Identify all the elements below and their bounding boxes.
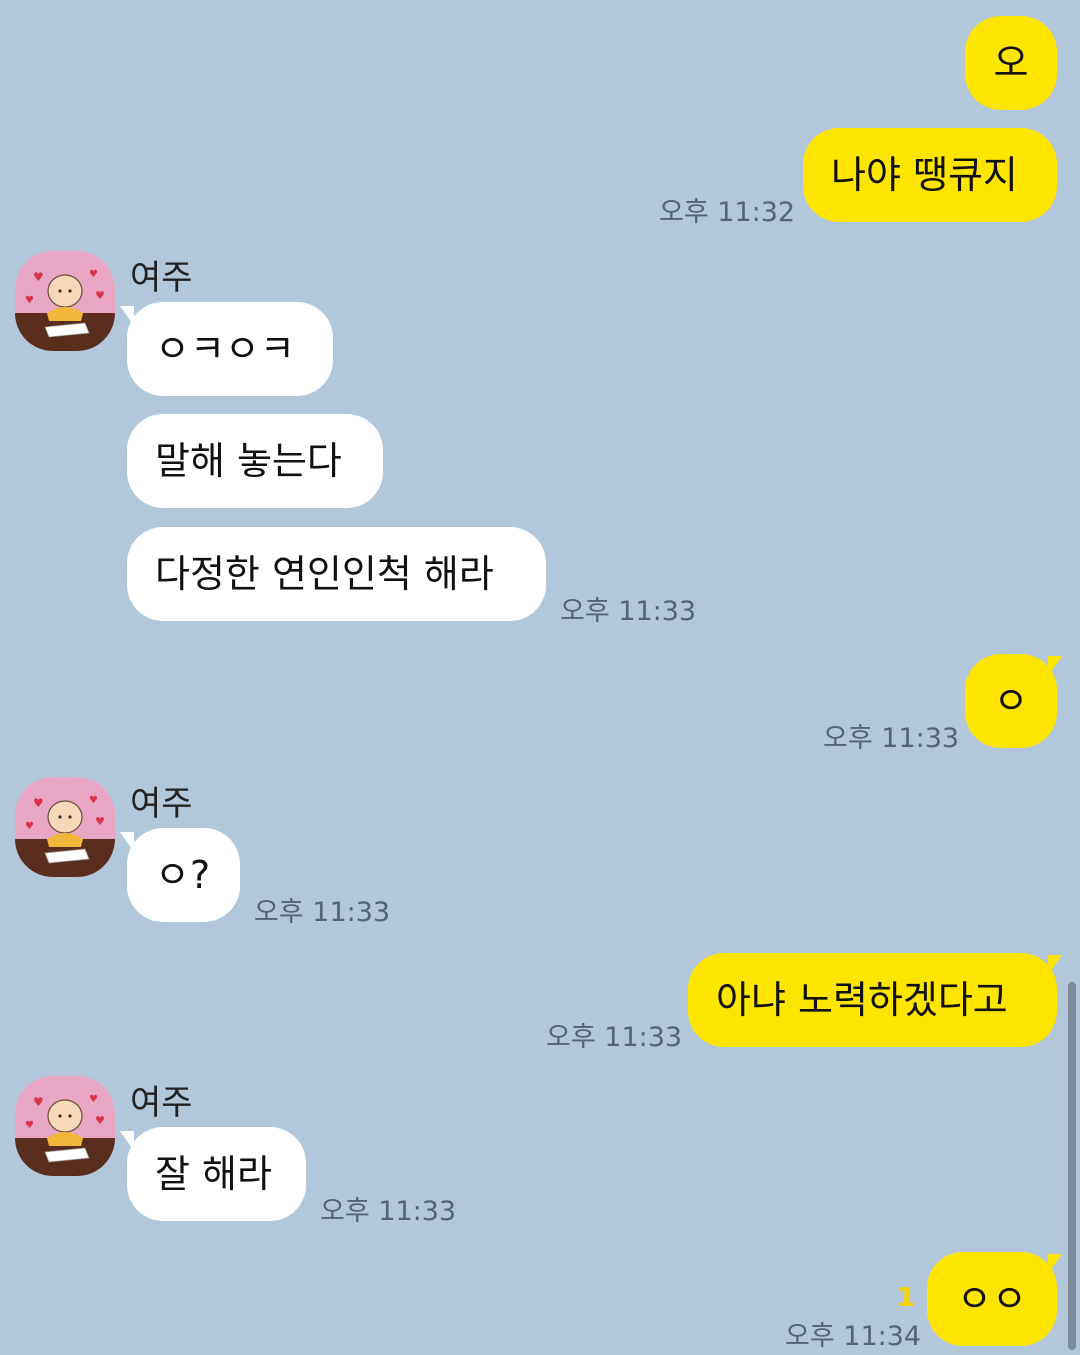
svg-text:♥: ♥	[33, 1095, 44, 1109]
profile-avatar[interactable]: ♥ ♥ ♥ ♥	[15, 1076, 115, 1176]
my-message-bubble[interactable]: ㅇ	[965, 654, 1057, 748]
my-message-bubble[interactable]: 나야 땡큐지	[803, 128, 1057, 222]
message-timestamp: 오후 11:33	[546, 1022, 683, 1053]
cartoon-character-avatar-icon: ♥ ♥ ♥ ♥	[15, 251, 115, 351]
their-message-bubble[interactable]: 말해 놓는다	[127, 414, 383, 508]
svg-text:♥: ♥	[25, 1120, 34, 1131]
svg-text:♥: ♥	[89, 795, 98, 806]
their-message-bubble[interactable]: 다정한 연인인척 해라	[127, 527, 546, 621]
svg-text:♥: ♥	[25, 295, 34, 306]
svg-text:♥: ♥	[33, 796, 44, 810]
their-message-bubble[interactable]: 잘 해라	[127, 1127, 306, 1221]
profile-avatar[interactable]: ♥ ♥ ♥ ♥	[15, 777, 115, 877]
bubble-tail	[1048, 955, 1062, 975]
message-timestamp: 오후 11:33	[823, 723, 960, 754]
sender-name: 여주	[130, 784, 193, 824]
chat-room: 오 나야 땡큐지 오후 11:32 ♥ ♥ ♥ ♥ 여주 ㅇㅋㅇㅋ 말해 놓는다…	[0, 0, 1080, 1355]
message-timestamp: 오후 11:33	[560, 596, 697, 627]
cartoon-character-avatar-icon: ♥ ♥ ♥ ♥	[15, 1076, 115, 1176]
message-timestamp: 오후 11:32	[659, 197, 796, 228]
bubble-tail	[1048, 656, 1062, 676]
unread-count-badge: 1	[897, 1283, 916, 1313]
svg-text:♥: ♥	[25, 821, 34, 832]
svg-text:♥: ♥	[33, 270, 44, 284]
scrollbar[interactable]	[1068, 982, 1076, 1350]
my-message-bubble[interactable]: ㅇㅇ	[927, 1252, 1057, 1346]
sender-name: 여주	[130, 258, 193, 298]
cartoon-character-avatar-icon: ♥ ♥ ♥ ♥	[15, 777, 115, 877]
svg-text:♥: ♥	[89, 269, 98, 280]
message-timestamp: 오후 11:33	[320, 1196, 457, 1227]
svg-text:♥: ♥	[89, 1094, 98, 1105]
svg-text:♥: ♥	[95, 289, 105, 302]
their-message-bubble[interactable]: ㅇㅋㅇㅋ	[127, 302, 333, 396]
my-message-bubble[interactable]: 오	[965, 16, 1057, 110]
their-message-bubble[interactable]: ㅇ?	[127, 828, 240, 922]
bubble-tail	[1048, 1254, 1062, 1274]
svg-text:♥: ♥	[95, 815, 105, 828]
message-timestamp: 오후 11:34	[785, 1321, 922, 1352]
profile-avatar[interactable]: ♥ ♥ ♥ ♥	[15, 251, 115, 351]
sender-name: 여주	[130, 1083, 193, 1123]
my-message-bubble[interactable]: 아냐 노력하겠다고	[688, 953, 1057, 1047]
message-timestamp: 오후 11:33	[254, 897, 391, 928]
svg-text:♥: ♥	[95, 1114, 105, 1127]
